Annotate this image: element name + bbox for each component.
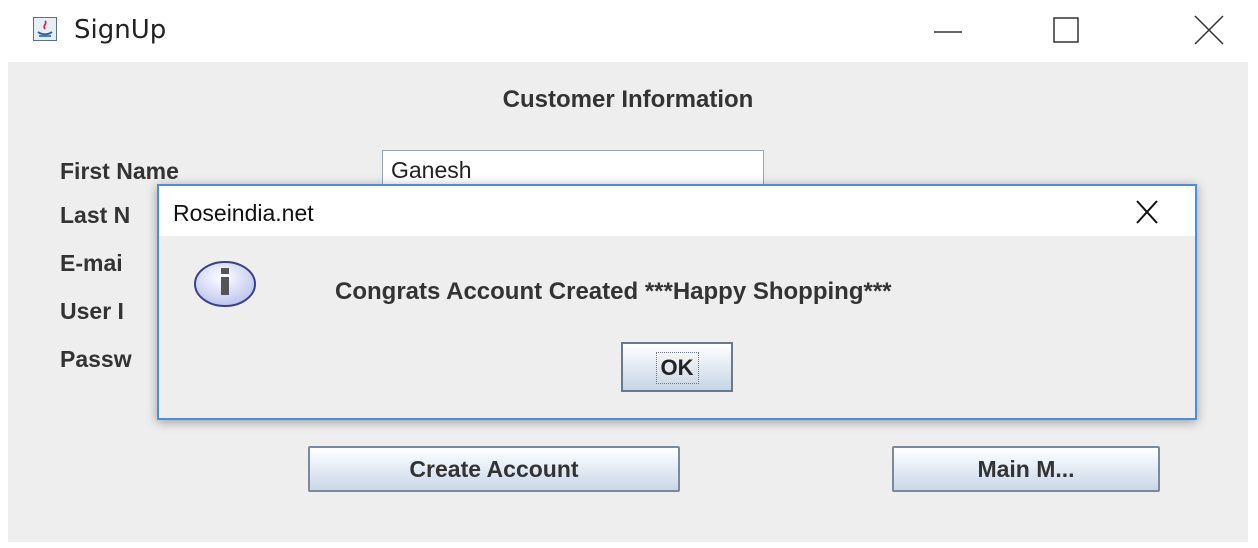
email-label: E-mai bbox=[60, 250, 123, 276]
dialog-titlebar[interactable]: Roseindia.net bbox=[159, 186, 1195, 236]
dialog-message: Congrats Account Created ***Happy Shoppi… bbox=[335, 278, 892, 305]
first-name-label: First Name bbox=[60, 158, 179, 184]
ok-button[interactable]: OK bbox=[621, 342, 733, 392]
password-label: Passw bbox=[60, 346, 132, 372]
last-name-label: Last N bbox=[60, 202, 131, 228]
dialog-close-icon[interactable] bbox=[1127, 196, 1167, 228]
minimize-icon[interactable] bbox=[922, 8, 974, 54]
dialog-title: Roseindia.net bbox=[173, 200, 314, 226]
window-title: SignUp bbox=[74, 15, 167, 45]
form-heading: Customer Information bbox=[502, 86, 754, 113]
create-account-button[interactable]: Create Account bbox=[308, 446, 680, 492]
message-dialog: Roseindia.net Congrats Account Created *… bbox=[157, 184, 1197, 420]
close-icon[interactable] bbox=[1183, 8, 1235, 54]
first-name-field[interactable]: Ganesh bbox=[382, 150, 764, 188]
maximize-icon[interactable] bbox=[1040, 8, 1092, 54]
ok-button-label: OK bbox=[655, 352, 699, 384]
java-app-icon bbox=[33, 17, 57, 41]
main-menu-button[interactable]: Main M... bbox=[892, 446, 1160, 492]
window-titlebar[interactable]: SignUp bbox=[0, 0, 1258, 62]
info-icon bbox=[191, 258, 259, 310]
signup-window: SignUp Customer Information First Name G… bbox=[0, 0, 1258, 548]
user-id-label: User I bbox=[60, 298, 124, 324]
